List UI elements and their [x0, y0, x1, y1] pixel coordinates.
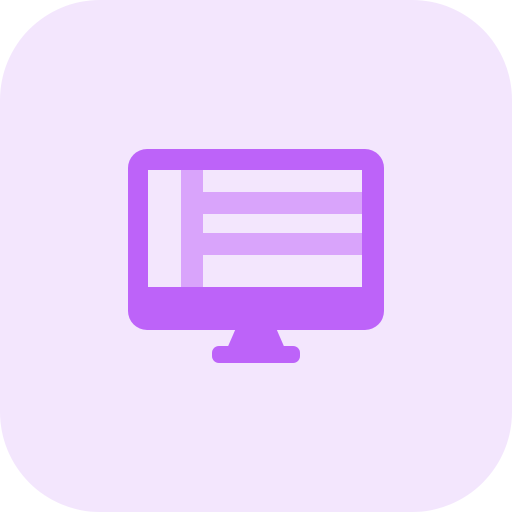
desktop-monitor-icon — [128, 149, 384, 363]
monitor-stand-base — [212, 346, 300, 363]
screen-sidebar — [181, 170, 203, 287]
screen-line-2 — [203, 233, 362, 255]
monitor-screen — [148, 170, 362, 287]
screen-line-1 — [203, 192, 362, 214]
